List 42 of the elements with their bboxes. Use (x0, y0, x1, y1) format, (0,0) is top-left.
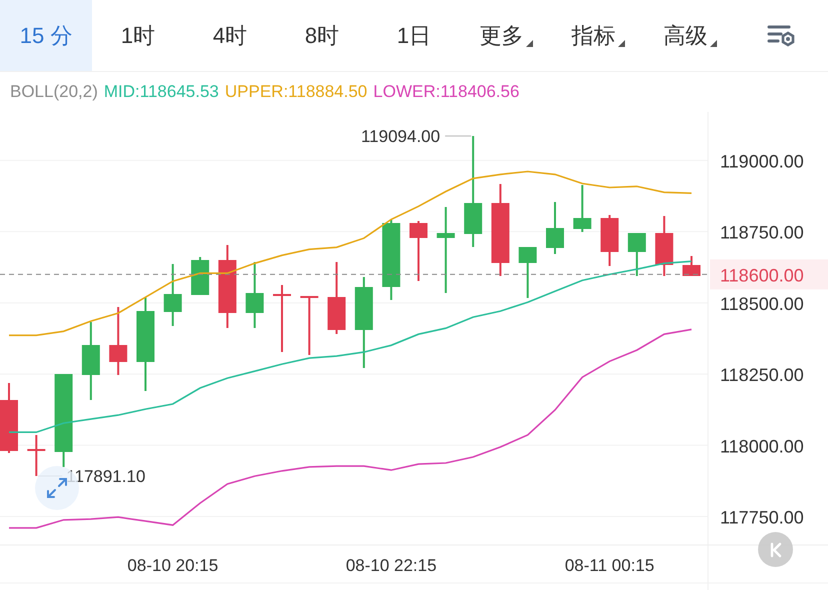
axis-label: 08-10 22:15 (346, 556, 437, 575)
axis-label: 117750.00 (720, 508, 804, 528)
candlestick (518, 247, 537, 298)
candlestick (682, 256, 700, 276)
extreme-price-label: 119094.00 (361, 127, 440, 146)
indicator-name: BOLL(20,2) (10, 81, 98, 104)
candlestick (410, 221, 428, 281)
candlestick (600, 215, 619, 266)
axis-label: 119000.00 (720, 151, 804, 172)
candlestick (628, 233, 646, 276)
candlestick (573, 185, 592, 232)
axis-label: 118500.00 (720, 294, 804, 314)
current-price: 118600.00 (720, 265, 804, 286)
axis-label: 118000.00 (720, 436, 804, 456)
timeframe-tab[interactable]: 4时 (184, 0, 276, 71)
timeframe-tab[interactable]: 指标 (552, 0, 644, 71)
timeframe-tab[interactable]: 15 分 (0, 0, 92, 71)
indicator-value: LOWER:118406.56 (373, 81, 520, 104)
axis-label: 118750.00 (720, 222, 804, 243)
axis-label: 118250.00 (720, 365, 804, 386)
candlestick (300, 296, 318, 355)
candlestick (0, 383, 18, 453)
candlestick (164, 264, 182, 326)
candlestick (273, 285, 291, 352)
timeframe-tab[interactable]: 1时 (92, 0, 184, 71)
candlestick (191, 257, 210, 295)
candlestick (109, 307, 128, 375)
timeframe-tab[interactable]: 8时 (276, 0, 368, 71)
candlestick (546, 202, 564, 254)
candlestick (246, 262, 264, 328)
timeframe-tab[interactable]: 1日 (368, 0, 460, 71)
axis-label: 08-10 20:15 (127, 556, 218, 575)
indicator-value: UPPER:118884.50 (224, 81, 368, 104)
candlestick (27, 435, 46, 476)
indicator-value: MID:118645.53 (104, 81, 219, 104)
candlestick (328, 262, 346, 334)
extreme-price-label: 117891.10 (66, 467, 146, 486)
axis-label: 08-11 00:15 (564, 556, 654, 575)
settings-icon (767, 22, 797, 48)
candlestick (655, 216, 674, 276)
timeframe-tab[interactable]: 更多 (460, 0, 552, 71)
timeframe-tab[interactable]: 高级 (644, 0, 736, 71)
